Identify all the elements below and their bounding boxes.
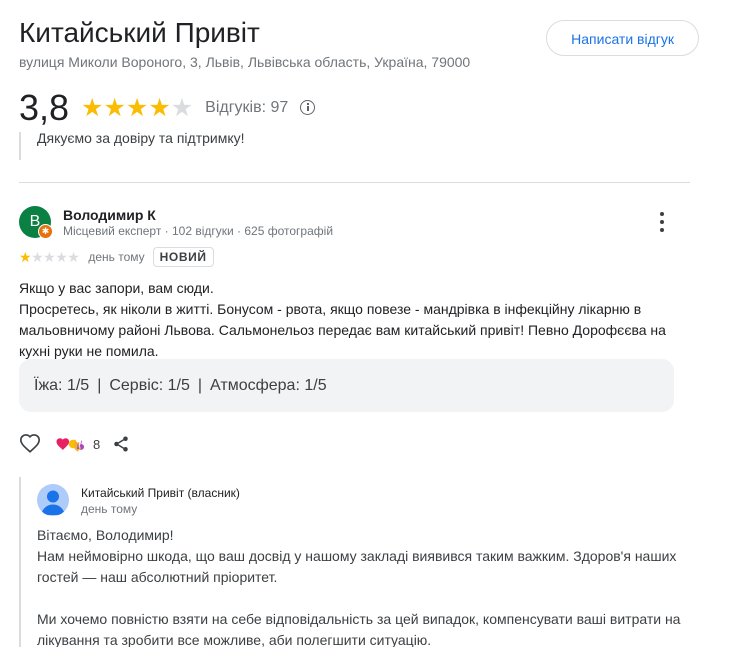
star-icon: ★ xyxy=(103,93,126,122)
rating-summary: 3,8 ★★★★★ Відгуків: 97 xyxy=(19,86,316,130)
reviewer-name[interactable]: Володимир К xyxy=(63,207,156,223)
reply-border xyxy=(19,132,21,160)
heart-outline-icon[interactable] xyxy=(19,433,41,455)
star-icon: ★ xyxy=(125,93,149,122)
aspect-atmosphere: Атмосфера: 1/5 xyxy=(210,377,327,394)
owner-reply-text: Вітаємо, Володимир! Нам неймовірно шкода… xyxy=(37,525,687,647)
review-text: Якщо у вас запори, вам сюди. Просретесь,… xyxy=(19,278,679,362)
reviewer-meta[interactable]: Місцевий експерт · 102 відгуки · 625 фот… xyxy=(63,224,333,238)
review-text-line: Просретесь, як ніколи в житті. Бонусом -… xyxy=(19,301,666,359)
owner-reply-paragraph: Нам неймовірно шкода, що ваш досвід у на… xyxy=(37,548,677,585)
owner-reply-date: день тому xyxy=(81,502,138,516)
previous-reply-text: Дякуємо за довіру та підтримку! xyxy=(37,132,245,146)
place-header: Китайський Привіт вулиця Миколи Вороного… xyxy=(19,15,709,71)
aspect-food: Їжа: 1/5 xyxy=(34,377,90,394)
review-rating-row: ★★★★★ день тому НОВИЙ xyxy=(19,247,214,267)
review-actions: 8 xyxy=(19,433,130,455)
owner-name: Китайський Привіт (власник) xyxy=(81,486,240,500)
aspect-separator: | xyxy=(197,377,203,394)
local-guide-badge-icon: ✱ xyxy=(38,224,53,239)
reviews-list[interactable]: Дякуємо за довіру та підтримку! В ✱ Воло… xyxy=(0,132,749,647)
review-stars: ★★★★★ xyxy=(19,249,80,265)
person-icon xyxy=(41,490,65,515)
star-empty-icon: ★ xyxy=(31,249,44,265)
rating-value: 3,8 xyxy=(19,87,70,128)
write-review-button[interactable]: Написати відгук xyxy=(546,20,699,56)
reply-border xyxy=(19,477,21,647)
review-text-line: Якщо у вас запори, вам сюди. xyxy=(19,280,214,296)
aspect-separator: | xyxy=(97,377,102,394)
owner-reply-paragraph: Ми хочемо повністю взяти на себе відпові… xyxy=(37,611,681,647)
star-empty-icon: ★ xyxy=(67,249,80,265)
review-date: день тому xyxy=(88,250,145,264)
owner-reply-paragraph: Вітаємо, Володимир! xyxy=(37,527,174,543)
reaction-count: 8 xyxy=(93,436,101,452)
owner-avatar xyxy=(37,484,69,516)
reactions[interactable]: 8 xyxy=(55,436,100,452)
star-empty-icon: ★ xyxy=(43,249,56,265)
info-icon[interactable] xyxy=(300,99,316,115)
star-empty-icon: ★ xyxy=(55,249,68,265)
star-empty-icon: ★ xyxy=(170,93,194,122)
rating-stars: ★★★★★ xyxy=(81,93,194,122)
new-badge: НОВИЙ xyxy=(152,247,214,267)
star-icon: ★ xyxy=(19,249,32,265)
review-count: Відгуків: 97 xyxy=(205,99,289,116)
star-icon: ★ xyxy=(81,93,104,122)
review-aspects: Їжа: 1/5 | Сервіс: 1/5 | Атмосфера: 1/5 xyxy=(19,359,674,412)
divider xyxy=(19,182,690,183)
star-icon: ★ xyxy=(148,93,171,122)
reaction-emoji-icons xyxy=(56,438,84,452)
aspect-service: Сервіс: 1/5 xyxy=(109,377,190,394)
share-icon[interactable] xyxy=(112,435,130,453)
more-vert-icon[interactable] xyxy=(654,212,670,232)
